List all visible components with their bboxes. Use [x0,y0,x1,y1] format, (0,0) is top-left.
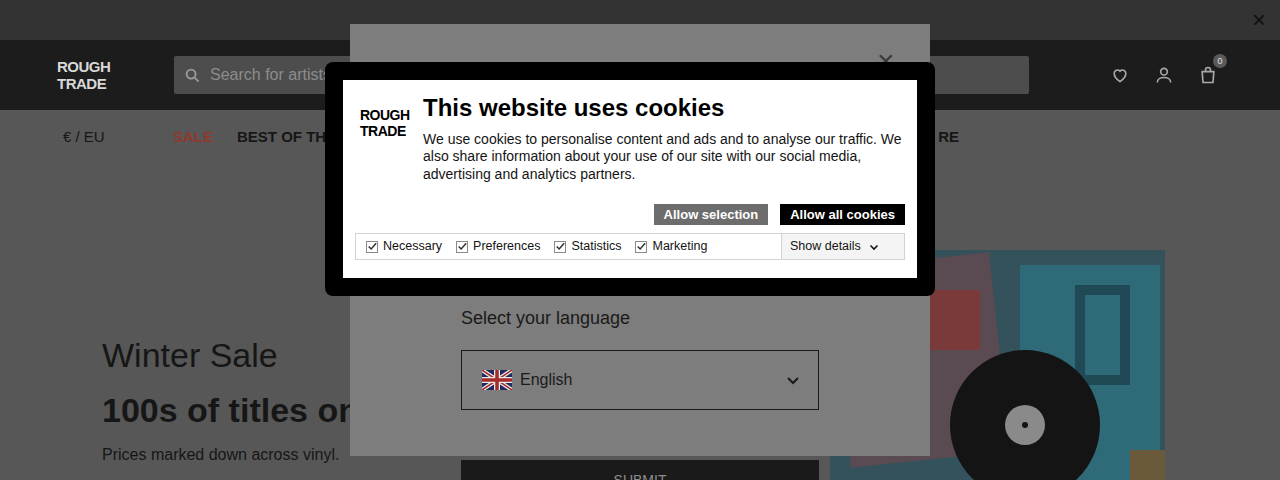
cookie-logo: ROUGH TRADE [355,94,423,183]
submit-button[interactable]: SUBMIT [461,460,819,480]
nav-link[interactable]: SALE [173,126,213,149]
category-label[interactable]: Statistics [571,237,621,256]
cookie-dialog: ROUGH TRADE This website uses cookies We… [325,62,935,296]
nav-items: SALE BEST OF THE [173,126,336,149]
heart-icon[interactable] [1110,65,1130,85]
uk-flag-icon [482,370,512,390]
logo-line: ROUGH [360,107,423,123]
header-icons: 0 [1110,65,1218,85]
nav-link[interactable]: BEST OF THE [237,126,336,149]
cookie-category[interactable]: Preferences [456,237,540,256]
category-checkbox[interactable] [366,241,378,253]
category-checkbox[interactable] [635,241,647,253]
selected-language: English [520,368,778,392]
cookie-category[interactable]: Necessary [366,237,442,256]
currency-selector[interactable]: € / EU [0,126,173,149]
allow-all-button[interactable]: Allow all cookies [780,204,905,225]
cookie-content: ROUGH TRADE This website uses cookies We… [355,94,905,183]
chevron-down-icon [786,373,800,387]
bag-icon[interactable] [1198,65,1218,85]
cookie-category[interactable]: Marketing [635,237,707,256]
cart[interactable]: 0 [1198,65,1218,85]
cookie-category[interactable]: Statistics [554,237,621,256]
search-icon [185,68,200,83]
logo-line[interactable]: TRADE [57,75,174,92]
user-icon[interactable] [1154,65,1174,85]
checkmark-icon [457,241,467,252]
chevron-down-icon [869,242,879,252]
category-checkbox[interactable] [456,241,468,253]
allow-selection-button[interactable]: Allow selection [654,204,769,225]
checkmark-icon [555,241,565,252]
category-label[interactable]: Preferences [473,237,540,256]
cookie-title: This website uses cookies [423,94,905,123]
cookie-panel: ROUGH TRADE This website uses cookies We… [343,80,917,278]
logo[interactable]: ROUGH TRADE [57,58,174,92]
cookie-text: This website uses cookies We use cookies… [423,94,905,183]
category-checkbox[interactable] [554,241,566,253]
category-label[interactable]: Marketing [652,237,707,256]
show-details-button[interactable]: Show details [781,234,904,259]
nav-link[interactable]: RE [938,126,959,149]
close-announcement-button[interactable]: × [1252,8,1266,32]
language-select[interactable]: English [461,350,819,410]
cart-count-badge: 0 [1213,54,1227,68]
checkmark-icon [367,241,377,252]
show-details-label[interactable]: Show details [790,237,861,256]
cookie-description: We use cookies to personalise content an… [423,131,905,184]
category-list: Necessary Preferences Statistics Marketing [366,237,707,256]
cookie-categories: NecessaryPreferencesStatisticsMarketing … [355,233,905,260]
logo-line[interactable]: ROUGH [57,58,174,75]
category-label[interactable]: Necessary [383,237,442,256]
cookie-buttons: Allow selection Allow all cookies [355,204,905,225]
nav-items-trailing: RE [938,126,1280,149]
language-label: Select your language [461,308,930,330]
logo-line: TRADE [360,123,423,139]
checkmark-icon [636,241,646,252]
